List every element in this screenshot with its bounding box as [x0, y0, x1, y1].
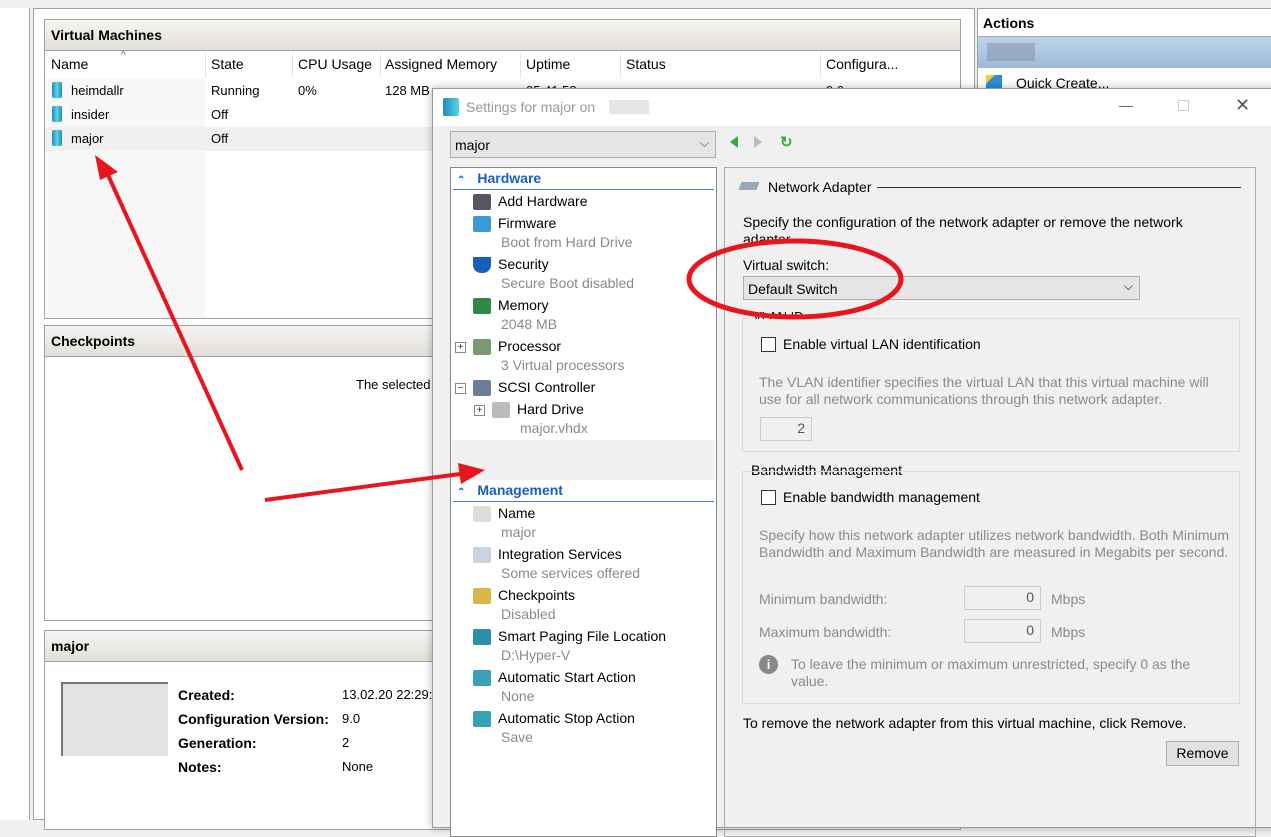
- annotation-arrowhead: [95, 155, 118, 180]
- annotation-arrow-vm: [106, 174, 244, 471]
- annotation-ellipse: [686, 238, 904, 320]
- annotation-arrowhead: [458, 463, 485, 484]
- annotation-overlay: [95, 155, 904, 502]
- annotation-arrow-adapter: [264, 472, 461, 502]
